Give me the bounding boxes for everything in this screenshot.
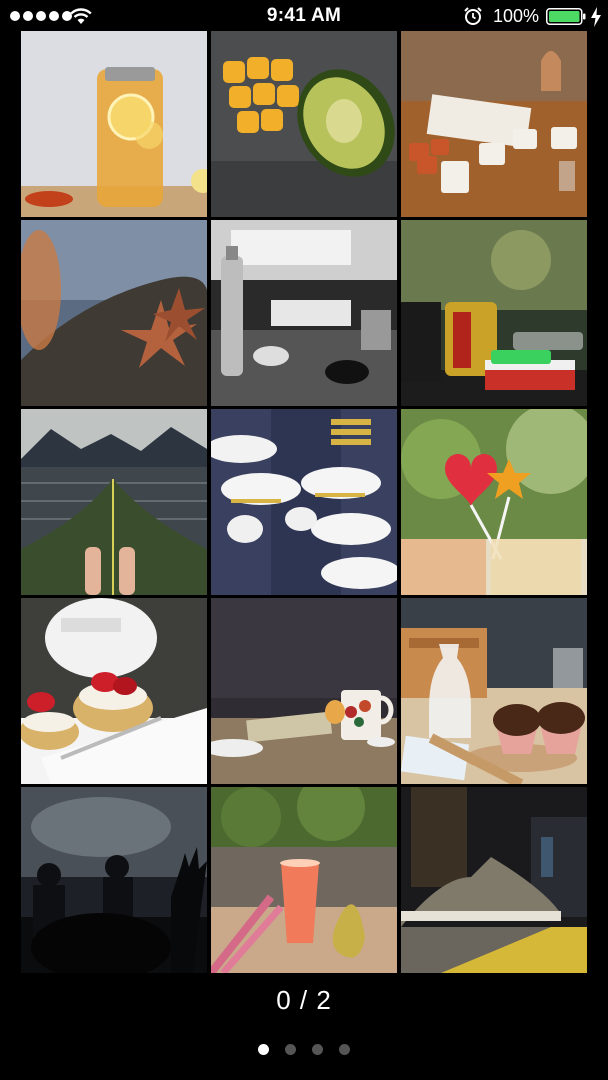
military-cadets-photo[interactable] bbox=[211, 409, 397, 595]
page-counter: 0 / 2 bbox=[276, 985, 332, 1015]
kayak-lake-photo[interactable] bbox=[21, 409, 207, 595]
heart-star-lollipop-photo[interactable] bbox=[401, 409, 587, 595]
juice-pear-photo[interactable] bbox=[211, 787, 397, 973]
workshop-bottle-photo[interactable] bbox=[211, 220, 397, 406]
battery-percent: 100% bbox=[493, 6, 540, 26]
coffee-cups-table-photo[interactable] bbox=[401, 31, 587, 217]
mango-avocado-photo[interactable] bbox=[211, 31, 397, 217]
starfish-rock-photo[interactable] bbox=[21, 220, 207, 406]
photo-grid bbox=[21, 31, 587, 973]
page-dot-3[interactable] bbox=[312, 1044, 323, 1055]
charging-bolt-icon bbox=[591, 7, 601, 27]
page-dot-1[interactable] bbox=[258, 1044, 269, 1055]
alarm-icon bbox=[464, 7, 482, 25]
sneaker-curb-photo[interactable] bbox=[401, 787, 587, 973]
mug-on-table-photo[interactable] bbox=[211, 598, 397, 784]
soda-can-lighter-photo[interactable] bbox=[401, 220, 587, 406]
chocolate-cupcakes-photo[interactable] bbox=[401, 598, 587, 784]
photo-browser-screen: 9:41 AM 100% 0 / 2 bbox=[0, 0, 608, 1080]
status-bar: 9:41 AM 100% bbox=[0, 0, 608, 32]
strawberry-scones-photo[interactable] bbox=[21, 598, 207, 784]
battery-icon bbox=[546, 8, 586, 25]
page-dot-2[interactable] bbox=[285, 1044, 296, 1055]
page-dot-4[interactable] bbox=[339, 1044, 350, 1055]
lemonade-jar-photo[interactable] bbox=[21, 31, 207, 217]
concert-crowd-photo[interactable] bbox=[21, 787, 207, 973]
page-control[interactable] bbox=[0, 1044, 608, 1055]
